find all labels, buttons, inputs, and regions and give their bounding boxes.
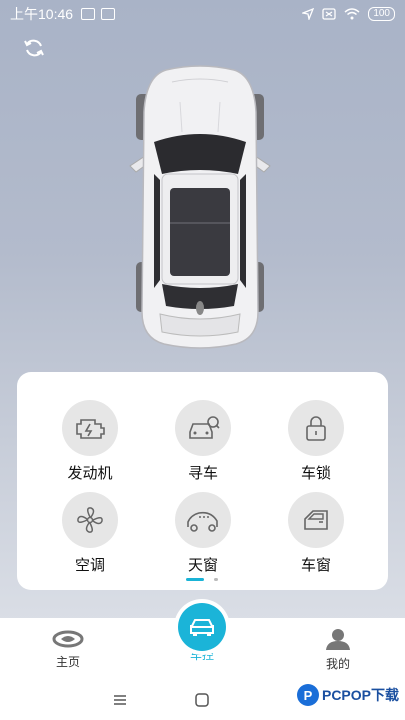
cloud-notification-icon bbox=[101, 8, 116, 20]
tab-mine[interactable]: 我的 bbox=[288, 628, 388, 672]
refresh-icon[interactable] bbox=[22, 36, 46, 60]
watermark-text: PCPOP下载 bbox=[321, 687, 399, 703]
sunroof-label: 天窗 bbox=[187, 556, 218, 574]
tab-home-label: 主页 bbox=[55, 655, 80, 669]
engine-icon bbox=[62, 400, 118, 456]
car-top-view-image bbox=[129, 65, 271, 349]
window-label: 车窗 bbox=[300, 556, 331, 574]
sunroof-control[interactable]: 天窗 bbox=[158, 492, 248, 575]
location-icon bbox=[302, 8, 315, 20]
wifi-icon bbox=[344, 8, 360, 20]
engine-control[interactable]: 发动机 bbox=[45, 400, 135, 483]
user-icon bbox=[326, 629, 350, 650]
lock-control[interactable]: 车锁 bbox=[271, 400, 361, 483]
find-car-label: 寻车 bbox=[187, 464, 218, 482]
ac-control[interactable]: 空调 bbox=[45, 492, 135, 575]
lock-icon bbox=[288, 400, 344, 456]
battery-indicator: 100 bbox=[368, 7, 395, 21]
page-dot[interactable] bbox=[214, 578, 218, 581]
page-dot-active[interactable] bbox=[186, 578, 204, 581]
window-icon bbox=[288, 492, 344, 548]
find-car-icon bbox=[175, 400, 231, 456]
watermark-logo: P bbox=[296, 684, 319, 706]
notification-icon bbox=[81, 8, 96, 20]
status-bar: 上午10:46 100 bbox=[0, 0, 405, 28]
menu-icon[interactable] bbox=[112, 693, 128, 707]
tab-mine-label: 我的 bbox=[325, 657, 350, 671]
window-control[interactable]: 车窗 bbox=[271, 492, 361, 575]
car-icon bbox=[190, 619, 214, 636]
find-car-control[interactable]: 寻车 bbox=[158, 400, 248, 483]
page-indicator bbox=[186, 578, 218, 581]
sunroof-icon bbox=[175, 492, 231, 548]
engine-label: 发动机 bbox=[67, 464, 113, 482]
home-logo-icon bbox=[52, 630, 84, 648]
watermark: P PCPOP下载 bbox=[296, 684, 399, 706]
tab-home[interactable]: 主页 bbox=[18, 630, 118, 670]
car-control-button[interactable] bbox=[178, 603, 226, 651]
ac-label: 空调 bbox=[74, 556, 105, 574]
lock-label: 车锁 bbox=[300, 464, 331, 482]
home-button-icon[interactable] bbox=[194, 692, 210, 708]
control-panel: 发动机 寻车 车锁 空调 天窗 车窗 bbox=[17, 372, 388, 590]
status-time: 上午10:46 bbox=[10, 6, 74, 22]
sim-icon bbox=[322, 8, 336, 20]
fan-icon bbox=[62, 492, 118, 548]
